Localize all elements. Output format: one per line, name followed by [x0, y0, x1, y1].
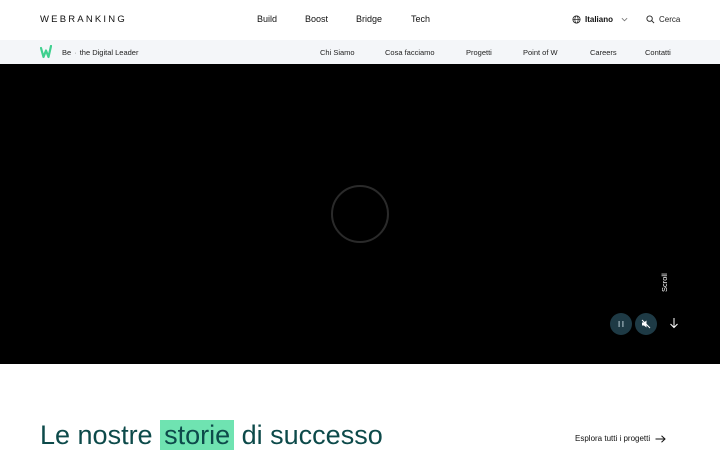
subnav-item-cosa-facciamo[interactable]: Cosa facciamo	[385, 48, 435, 57]
subnav-item-point-of-w[interactable]: Point of W	[523, 48, 558, 57]
language-selector[interactable]: Italiano	[572, 15, 628, 24]
scroll-label[interactable]: Scroll	[660, 273, 669, 292]
pause-button[interactable]	[610, 313, 632, 335]
subnav-item-contatti[interactable]: Contatti	[645, 48, 671, 57]
nav-item-boost[interactable]: Boost	[305, 14, 328, 24]
subnav-item-chi-siamo[interactable]: Chi Siamo	[320, 48, 355, 57]
tagline-rest: the Digital Leader	[79, 48, 139, 57]
nav-item-bridge[interactable]: Bridge	[356, 14, 382, 24]
top-header: WEBRANKING Build Boost Bridge Tech Itali…	[0, 0, 720, 40]
site-logo[interactable]: WEBRANKING	[40, 14, 127, 25]
explore-label: Esplora tutti i progetti	[575, 434, 651, 443]
globe-icon	[572, 15, 581, 24]
tagline-separator: ·	[74, 48, 77, 57]
title-highlight: storie	[160, 420, 235, 450]
w-logo-icon[interactable]	[40, 45, 52, 59]
search-label: Cerca	[659, 15, 681, 24]
arrow-right-icon	[655, 434, 666, 443]
tagline: Be · the Digital Leader	[62, 48, 138, 57]
mute-icon	[641, 319, 651, 329]
subnav-item-progetti[interactable]: Progetti	[466, 48, 492, 57]
title-before: Le nostre	[40, 420, 153, 450]
search-icon	[646, 15, 655, 24]
subnav-item-careers[interactable]: Careers	[590, 48, 617, 57]
loading-spinner-icon	[331, 185, 389, 243]
title-after: di successo	[241, 420, 383, 450]
search-button[interactable]: Cerca	[646, 15, 680, 24]
arrow-down-icon[interactable]	[669, 317, 679, 329]
section-title: Le nostre storie di successo	[40, 418, 383, 452]
tagline-prefix: Be	[62, 48, 72, 57]
nav-item-build[interactable]: Build	[257, 14, 277, 24]
explore-projects-link[interactable]: Esplora tutti i progetti	[575, 434, 666, 443]
language-label: Italiano	[585, 15, 614, 24]
chevron-down-icon	[621, 17, 628, 22]
pause-icon	[618, 321, 624, 327]
mute-button[interactable]	[635, 313, 657, 335]
nav-item-tech[interactable]: Tech	[411, 14, 430, 24]
